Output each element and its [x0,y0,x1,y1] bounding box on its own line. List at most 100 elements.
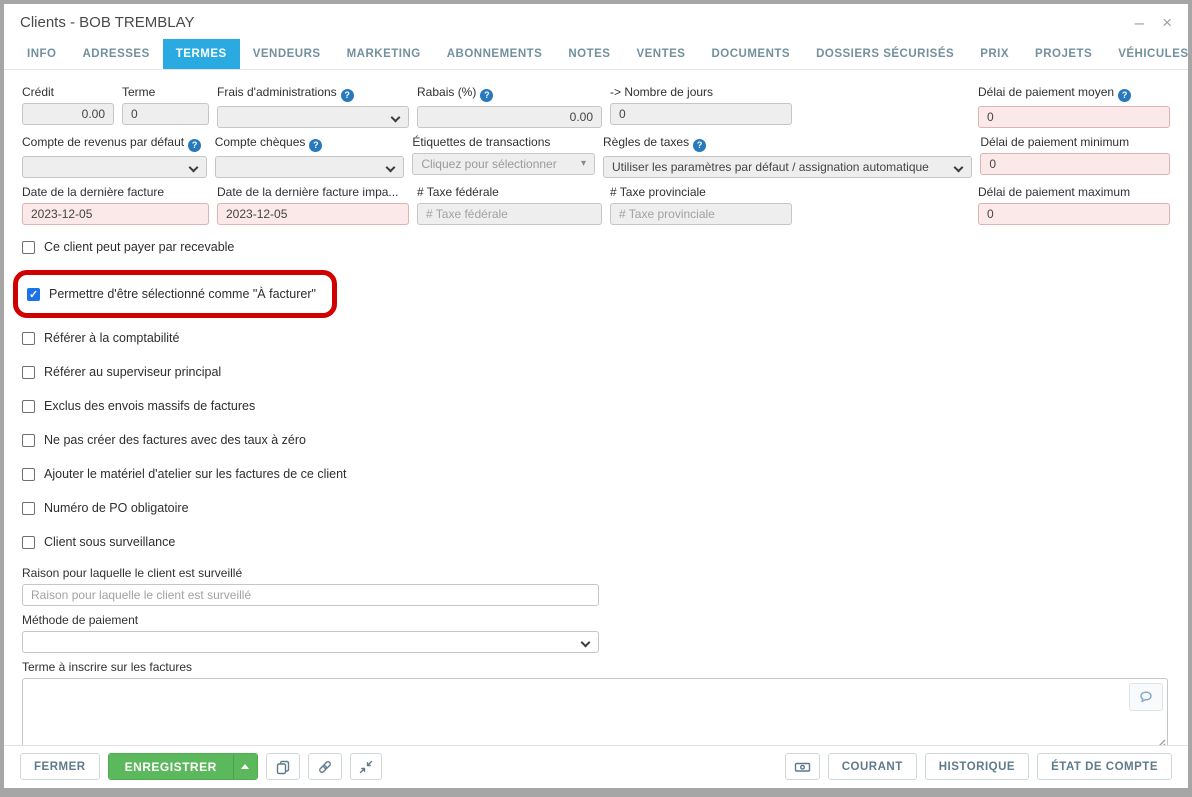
checkbox-row[interactable]: Référer à la comptabilité [22,328,179,348]
credit-label: Crédit [22,85,114,99]
help-icon[interactable]: ? [1118,89,1131,102]
frais-admin-label: Frais d'administrations [217,85,337,99]
chevron-down-icon [391,113,401,123]
enregistrer-button[interactable]: ENREGISTRER [109,754,233,779]
credit-input[interactable] [22,103,114,125]
date-derniere-facture-label: Date de la dernière facture [22,185,209,199]
checkbox-unchecked-icon[interactable] [22,332,35,345]
help-icon[interactable]: ? [309,139,322,152]
historique-button[interactable]: HISTORIQUE [925,753,1029,780]
checkbox-row[interactable]: Référer au superviseur principal [22,362,221,382]
checkbox-label: Numéro de PO obligatoire [44,501,189,515]
payment-button[interactable] [785,753,820,780]
checkbox-label: Référer au superviseur principal [44,365,221,379]
tab-véhicules[interactable]: VÉHICULES [1105,39,1192,69]
copy-icon [275,759,291,775]
banknote-icon [794,760,811,774]
tab-adresses[interactable]: ADRESSES [69,39,162,69]
checkbox-checked-icon[interactable] [27,288,40,301]
taxe-federale-label: # Taxe fédérale [417,185,602,199]
delai-moyen-label: Délai de paiement moyen [978,85,1114,99]
checkbox-label: Ajouter le matériel d'atelier sur les fa… [44,467,347,481]
tab-dossiers-sécurisés[interactable]: DOSSIERS SÉCURISÉS [803,39,967,69]
compte-revenus-select[interactable] [22,156,207,178]
checkbox-row[interactable]: Ce client peut payer par recevable [22,237,234,257]
checkbox-row[interactable]: Ne pas créer des factures avec des taux … [22,430,306,450]
terme-factures-label: Terme à inscrire sur les factures [22,660,1168,674]
raison-surveillance-input[interactable] [22,584,599,606]
fermer-button[interactable]: FERMER [20,753,100,780]
comment-button[interactable] [1129,683,1163,711]
delai-moyen-input[interactable] [978,106,1170,128]
rabais-input[interactable] [417,106,602,128]
checkbox-unchecked-icon[interactable] [22,400,35,413]
chevron-down-icon [188,163,198,173]
checkbox-row[interactable]: Numéro de PO obligatoire [22,498,189,518]
date-derniere-impayee-input[interactable] [217,203,409,225]
checkbox-label: Exclus des envois massifs de factures [44,399,255,413]
enregistrer-dropdown-toggle[interactable] [233,754,257,779]
chevron-down-icon [581,638,591,648]
tab-marketing[interactable]: MARKETING [334,39,434,69]
tab-info[interactable]: INFO [14,39,69,69]
tab-vendeurs[interactable]: VENDEURS [240,39,334,69]
chevron-down-icon: ▾ [581,158,586,169]
terme-factures-textarea[interactable] [22,678,1168,745]
delai-max-label: Délai de paiement maximum [978,185,1170,199]
etat-de-compte-button[interactable]: ÉTAT DE COMPTE [1037,753,1172,780]
terme-input[interactable] [122,103,209,125]
courant-button[interactable]: COURANT [828,753,917,780]
delai-max-input[interactable] [978,203,1170,225]
checkbox-unchecked-icon[interactable] [22,366,35,379]
close-icon[interactable]: × [1162,14,1172,31]
collapse-button[interactable] [350,753,382,780]
help-icon[interactable]: ? [480,89,493,102]
speech-bubble-icon [1138,689,1154,705]
compte-cheques-label: Compte chèques [215,135,306,149]
client-window: Clients - BOB TREMBLAY – × INFOADRESSEST… [4,4,1188,788]
link-button[interactable] [308,753,342,780]
minimize-icon[interactable]: – [1135,14,1144,31]
chevron-down-icon [954,163,964,173]
checkbox-row[interactable]: Exclus des envois massifs de factures [22,396,255,416]
taxe-federale-input[interactable] [417,203,602,225]
compte-cheques-select[interactable] [215,156,405,178]
tab-prix[interactable]: PRIX [967,39,1022,69]
checkbox-label: Référer à la comptabilité [44,331,179,345]
frais-admin-select[interactable] [217,106,409,128]
etiquettes-select[interactable]: Cliquez pour sélectionner▾ [412,153,595,175]
tab-projets[interactable]: PROJETS [1022,39,1105,69]
checkbox-unchecked-icon[interactable] [22,468,35,481]
date-derniere-facture-input[interactable] [22,203,209,225]
checkbox-row[interactable]: Ajouter le matériel d'atelier sur les fa… [22,464,347,484]
checkbox-unchecked-icon[interactable] [22,241,35,254]
link-icon [317,759,333,775]
help-icon[interactable]: ? [341,89,354,102]
tab-ventes[interactable]: VENTES [623,39,698,69]
checkbox-row[interactable]: Permettre d'être sélectionné comme "À fa… [27,284,316,304]
raison-surveillance-label: Raison pour laquelle le client est surve… [22,566,599,580]
checkbox-unchecked-icon[interactable] [22,434,35,447]
enregistrer-split-button[interactable]: ENREGISTRER [108,753,258,780]
tab-documents[interactable]: DOCUMENTS [698,39,803,69]
tab-termes[interactable]: TERMES [163,39,240,69]
help-icon[interactable]: ? [188,139,201,152]
compte-revenus-label: Compte de revenus par défaut [22,135,184,149]
help-icon[interactable]: ? [693,139,706,152]
taxe-provinciale-input[interactable] [610,203,792,225]
tab-notes[interactable]: NOTES [555,39,623,69]
nombre-jours-input[interactable] [610,103,792,125]
regles-taxes-select[interactable]: Utiliser les paramètres par défaut / ass… [603,156,972,178]
checkbox-row[interactable]: Client sous surveillance [22,532,175,552]
termes-form: Crédit Terme Frais d'administrations? Ra… [4,70,1188,745]
tab-abonnements[interactable]: ABONNEMENTS [434,39,556,69]
checkbox-unchecked-icon[interactable] [22,536,35,549]
duplicate-button[interactable] [266,753,300,780]
date-derniere-impayee-label: Date de la dernière facture impa... [217,185,409,199]
delai-min-label: Délai de paiement minimum [980,135,1170,149]
methode-paiement-select[interactable] [22,631,599,653]
delai-min-input[interactable] [980,153,1170,175]
window-title: Clients - BOB TREMBLAY [20,14,195,31]
checkbox-unchecked-icon[interactable] [22,502,35,515]
compress-arrows-icon [359,760,373,774]
